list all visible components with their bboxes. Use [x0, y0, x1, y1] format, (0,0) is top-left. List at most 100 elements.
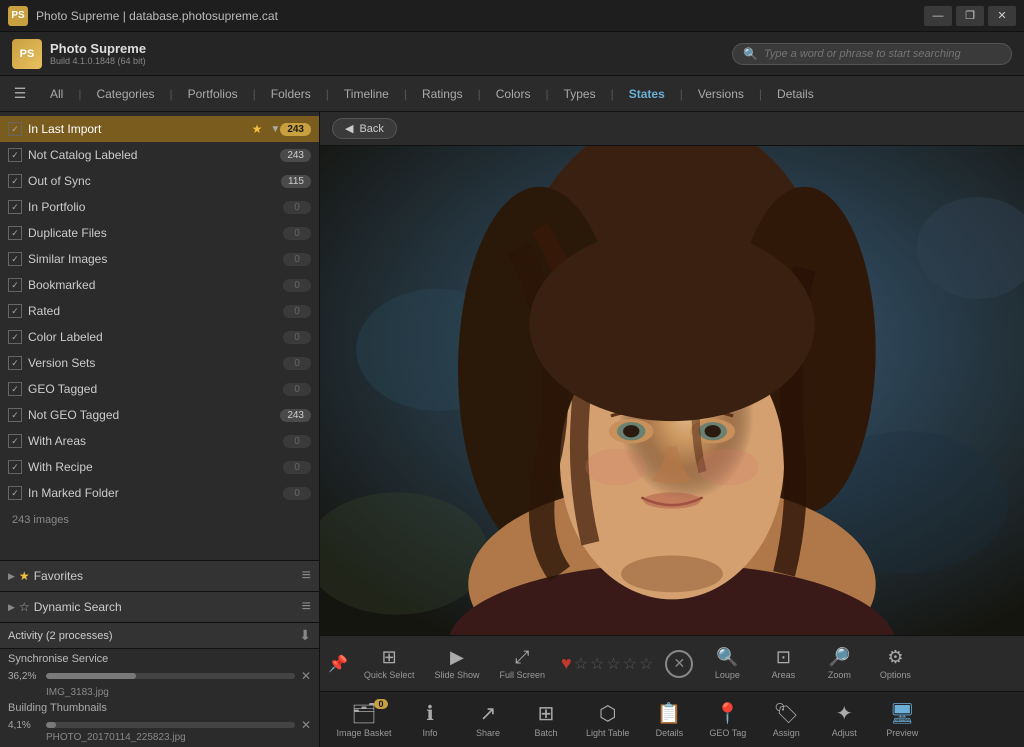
- checkbox-bookmarked[interactable]: ✓: [8, 278, 22, 292]
- state-item-color-labeled[interactable]: ✓ Color Labeled 0: [0, 324, 319, 350]
- batch-icon: ⊞: [538, 701, 555, 726]
- state-item-in-portfolio[interactable]: ✓ In Portfolio 0: [0, 194, 319, 220]
- slide-show-button[interactable]: ▶ Slide Show: [426, 643, 487, 684]
- sync-close-2[interactable]: ✕: [301, 718, 311, 732]
- tab-colors[interactable]: Colors: [484, 83, 543, 105]
- activity-icon[interactable]: ⬇: [299, 627, 311, 644]
- dynamic-search-header[interactable]: ▶ ☆ Dynamic Search ≡: [0, 592, 319, 622]
- close-button[interactable]: ✕: [988, 6, 1016, 26]
- state-item-not-catalog-labeled[interactable]: ✓ Not Catalog Labeled 243: [0, 142, 319, 168]
- search-input[interactable]: [764, 48, 1001, 60]
- details-button[interactable]: 📋 Details: [641, 697, 697, 742]
- state-item-similar-images[interactable]: ✓ Similar Images 0: [0, 246, 319, 272]
- favorites-menu-icon[interactable]: ≡: [302, 567, 311, 585]
- star-4[interactable]: ☆: [623, 654, 637, 674]
- checkbox-version-sets[interactable]: ✓: [8, 356, 22, 370]
- state-item-duplicate-files[interactable]: ✓ Duplicate Files 0: [0, 220, 319, 246]
- restore-button[interactable]: ❐: [956, 6, 984, 26]
- checkbox-geo-tagged[interactable]: ✓: [8, 382, 22, 396]
- geo-tag-label: GEO Tag: [709, 728, 746, 738]
- state-badge-color-labeled: 0: [283, 331, 311, 344]
- areas-button[interactable]: ⊡ Areas: [757, 643, 809, 684]
- checkbox-color-labeled[interactable]: ✓: [8, 330, 22, 344]
- tab-versions[interactable]: Versions: [686, 83, 756, 105]
- adjust-button[interactable]: ✦ Adjust: [816, 697, 872, 742]
- checkbox-with-areas[interactable]: ✓: [8, 434, 22, 448]
- tab-types[interactable]: Types: [552, 83, 608, 105]
- checkbox-out-of-sync[interactable]: ✓: [8, 174, 22, 188]
- state-item-in-marked-folder[interactable]: ✓ In Marked Folder 0: [0, 480, 319, 506]
- state-item-bookmarked[interactable]: ✓ Bookmarked 0: [0, 272, 319, 298]
- checkbox-with-recipe[interactable]: ✓: [8, 460, 22, 474]
- state-item-not-geo-tagged[interactable]: ✓ Not GEO Tagged 243: [0, 402, 319, 428]
- checkbox-in-portfolio[interactable]: ✓: [8, 200, 22, 214]
- sync-pct-1: 36,2%: [8, 671, 40, 682]
- checkbox-in-marked-folder[interactable]: ✓: [8, 486, 22, 500]
- options-label: Options: [880, 670, 911, 680]
- sync-close-1[interactable]: ✕: [301, 669, 311, 683]
- quick-select-icon: ⊞: [382, 647, 397, 668]
- checkbox-in-last-import[interactable]: ✓: [8, 122, 22, 136]
- tab-categories[interactable]: Categories: [84, 83, 166, 105]
- loupe-button[interactable]: 🔍 Loupe: [701, 643, 753, 684]
- checkbox-not-catalog-labeled[interactable]: ✓: [8, 148, 22, 162]
- hamburger-icon[interactable]: ☰: [8, 82, 32, 106]
- state-item-geo-tagged[interactable]: ✓ GEO Tagged 0: [0, 376, 319, 402]
- state-item-out-of-sync[interactable]: ✓ Out of Sync 115: [0, 168, 319, 194]
- tab-ratings[interactable]: Ratings: [410, 83, 475, 105]
- state-badge-geo-tagged: 0: [283, 383, 311, 396]
- state-badge-rated: 0: [283, 305, 311, 318]
- tab-folders[interactable]: Folders: [259, 83, 323, 105]
- heart-icon[interactable]: ♥: [561, 653, 572, 674]
- tab-states[interactable]: States: [617, 83, 677, 105]
- state-item-in-last-import[interactable]: ✓ In Last Import ★ ▼ 243: [0, 116, 319, 142]
- state-label-duplicate-files: Duplicate Files: [28, 226, 283, 240]
- image-basket-button[interactable]: 🗂 Image Basket 0: [328, 697, 400, 742]
- state-item-rated[interactable]: ✓ Rated 0: [0, 298, 319, 324]
- minimize-button[interactable]: —: [924, 6, 952, 26]
- state-item-with-areas[interactable]: ✓ With Areas 0: [0, 428, 319, 454]
- share-icon: ↗: [480, 701, 497, 726]
- images-count: 243 images: [0, 506, 319, 534]
- dynamic-search-menu-icon[interactable]: ≡: [302, 598, 311, 616]
- sync-pct-2: 4,1%: [8, 720, 40, 731]
- areas-label: Areas: [772, 670, 796, 680]
- search-box[interactable]: 🔍: [732, 43, 1012, 65]
- checkbox-rated[interactable]: ✓: [8, 304, 22, 318]
- checkbox-not-geo-tagged[interactable]: ✓: [8, 408, 22, 422]
- tab-all[interactable]: All: [38, 83, 75, 105]
- back-button[interactable]: ◀ Back: [332, 118, 397, 139]
- state-label-rated: Rated: [28, 304, 283, 318]
- tab-details[interactable]: Details: [765, 83, 826, 105]
- star-3[interactable]: ☆: [606, 654, 620, 674]
- quick-select-button[interactable]: ⊞ Quick Select: [356, 643, 423, 684]
- reject-button[interactable]: ✕: [665, 650, 693, 678]
- tab-portfolios[interactable]: Portfolios: [176, 83, 250, 105]
- details-icon: 📋: [657, 701, 682, 726]
- full-screen-button[interactable]: ⤢ Full Screen: [491, 643, 553, 684]
- star-5[interactable]: ☆: [639, 654, 653, 674]
- info-button[interactable]: ℹ Info: [402, 697, 458, 742]
- options-button[interactable]: ⚙ Options: [869, 643, 921, 684]
- content-area: ◀ Back: [320, 112, 1024, 747]
- favorites-header[interactable]: ▶ ★ Favorites ≡: [0, 561, 319, 591]
- light-table-button[interactable]: ⬡ Light Table: [576, 697, 639, 742]
- zoom-label: Zoom: [828, 670, 851, 680]
- preview-button[interactable]: 🖥 Preview: [874, 697, 930, 742]
- batch-button[interactable]: ⊞ Batch: [518, 697, 574, 742]
- basket-count-badge: 0: [374, 699, 388, 709]
- state-item-version-sets[interactable]: ✓ Version Sets 0: [0, 350, 319, 376]
- checkbox-similar-images[interactable]: ✓: [8, 252, 22, 266]
- tab-timeline[interactable]: Timeline: [332, 83, 401, 105]
- assign-button[interactable]: 🏷 Assign: [758, 697, 814, 742]
- star-1[interactable]: ☆: [574, 654, 588, 674]
- bottom-toolbar: 🗂 Image Basket 0 ℹ Info ↗ Share ⊞ Batch …: [320, 691, 1024, 747]
- state-label-not-geo-tagged: Not GEO Tagged: [28, 408, 280, 422]
- state-item-with-recipe[interactable]: ✓ With Recipe 0: [0, 454, 319, 480]
- zoom-button[interactable]: 🔎 Zoom: [813, 643, 865, 684]
- star-2[interactable]: ☆: [590, 654, 604, 674]
- checkbox-duplicate-files[interactable]: ✓: [8, 226, 22, 240]
- content-header: ◀ Back: [320, 112, 1024, 146]
- geo-tag-button[interactable]: 📍 GEO Tag: [699, 697, 756, 742]
- share-button[interactable]: ↗ Share: [460, 697, 516, 742]
